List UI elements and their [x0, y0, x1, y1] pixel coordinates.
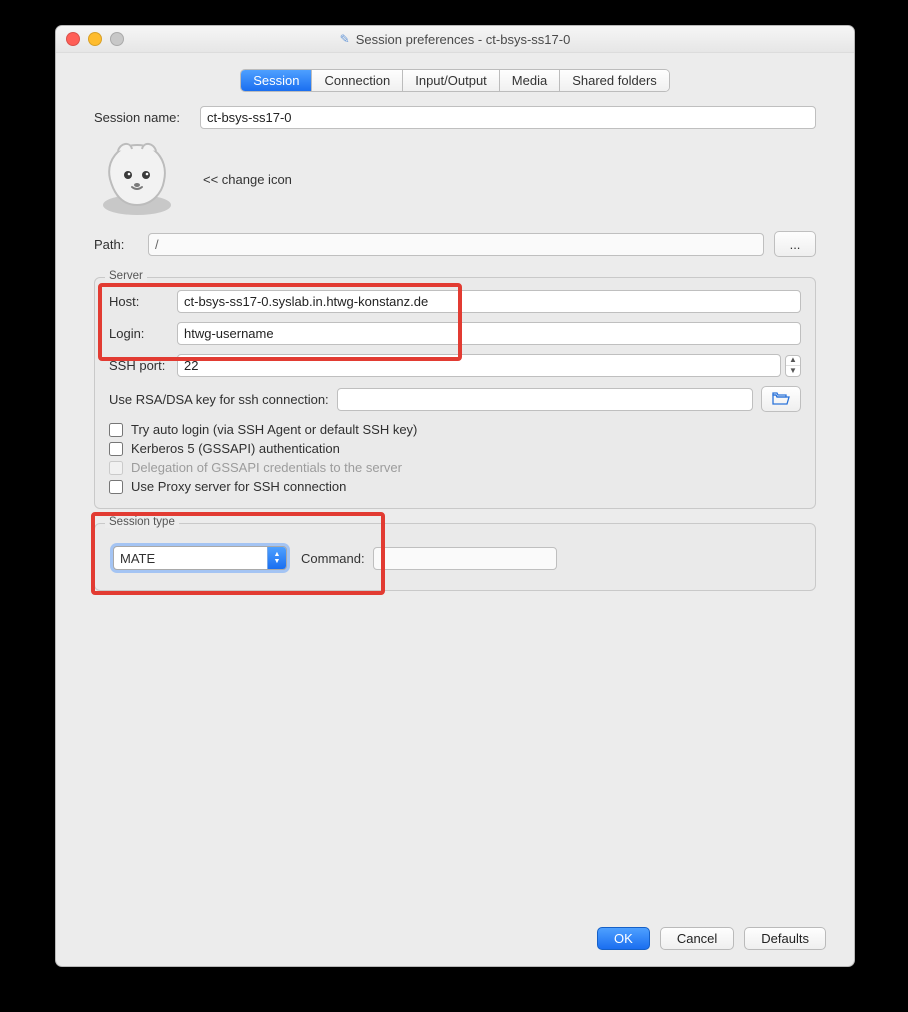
- auto-login-input[interactable]: [109, 423, 123, 437]
- tab-input-output[interactable]: Input/Output: [403, 70, 500, 91]
- login-input[interactable]: [177, 322, 801, 345]
- ok-button[interactable]: OK: [597, 927, 650, 950]
- host-row: Host:: [109, 290, 801, 313]
- window-title-text: Session preferences - ct-bsys-ss17-0: [356, 32, 571, 47]
- session-type-select[interactable]: MATE ▲ ▼: [113, 546, 287, 570]
- ssh-port-input[interactable]: [177, 354, 781, 377]
- dialog-footer: OK Cancel Defaults: [597, 927, 826, 950]
- server-legend: Server: [105, 270, 147, 282]
- session-name-label: Session name:: [94, 110, 200, 125]
- session-type-group: Session type MATE ▲ ▼ Command:: [94, 523, 816, 591]
- session-avatar-icon[interactable]: [96, 139, 178, 219]
- icon-zone: << change icon: [96, 139, 816, 219]
- tab-bar: Session Connection Input/Output Media Sh…: [56, 69, 854, 92]
- preferences-window: ✎ Session preferences - ct-bsys-ss17-0 S…: [55, 25, 855, 967]
- proxy-label: Use Proxy server for SSH connection: [131, 479, 346, 494]
- server-group: Server Host: Login: SSH port: ▲ ▼ Use RS…: [94, 277, 816, 509]
- session-type-legend: Session type: [105, 516, 179, 528]
- login-row: Login:: [109, 322, 801, 345]
- proxy-checkbox[interactable]: Use Proxy server for SSH connection: [109, 479, 801, 494]
- ssh-port-stepper[interactable]: ▲ ▼: [785, 355, 801, 377]
- titlebar: ✎ Session preferences - ct-bsys-ss17-0: [56, 26, 854, 53]
- rsa-key-browse-button[interactable]: [761, 386, 801, 412]
- folder-open-icon: [772, 392, 790, 406]
- delegation-checkbox: Delegation of GSSAPI credentials to the …: [109, 460, 801, 475]
- path-browse-button[interactable]: ...: [774, 231, 816, 257]
- content-area: Session name: << change icon Path: ...: [56, 92, 854, 591]
- window-title: ✎ Session preferences - ct-bsys-ss17-0: [56, 32, 854, 47]
- command-row: Command:: [301, 547, 557, 570]
- auto-login-label: Try auto login (via SSH Agent or default…: [131, 422, 417, 437]
- tab-media[interactable]: Media: [500, 70, 560, 91]
- ssh-port-row: SSH port: ▲ ▼: [109, 354, 801, 377]
- path-label: Path:: [94, 237, 138, 252]
- chevron-down-icon: ▼: [274, 558, 281, 565]
- chevron-up-icon[interactable]: ▲: [786, 356, 800, 367]
- tab-connection[interactable]: Connection: [312, 70, 403, 91]
- rsa-key-row: Use RSA/DSA key for ssh connection:: [109, 386, 801, 412]
- tab-shared-folders[interactable]: Shared folders: [560, 70, 669, 91]
- select-arrows-icon: ▲ ▼: [267, 547, 286, 569]
- tab-session[interactable]: Session: [241, 70, 312, 91]
- chevron-up-icon: ▲: [274, 551, 281, 558]
- session-name-row: Session name:: [94, 106, 816, 129]
- ssh-port-label: SSH port:: [109, 358, 177, 373]
- chevron-down-icon[interactable]: ▼: [786, 366, 800, 376]
- rsa-key-label: Use RSA/DSA key for ssh connection:: [109, 392, 329, 407]
- host-label: Host:: [109, 294, 177, 309]
- session-type-value: MATE: [114, 551, 267, 566]
- session-icon: ✎: [340, 32, 350, 46]
- proxy-input[interactable]: [109, 480, 123, 494]
- defaults-button[interactable]: Defaults: [744, 927, 826, 950]
- command-input: [373, 547, 557, 570]
- change-icon-link[interactable]: << change icon: [203, 172, 292, 187]
- session-name-input[interactable]: [200, 106, 816, 129]
- kerberos-checkbox[interactable]: Kerberos 5 (GSSAPI) authentication: [109, 441, 801, 456]
- command-label: Command:: [301, 551, 365, 566]
- auto-login-checkbox[interactable]: Try auto login (via SSH Agent or default…: [109, 422, 801, 437]
- delegation-input: [109, 461, 123, 475]
- kerberos-input[interactable]: [109, 442, 123, 456]
- rsa-key-input[interactable]: [337, 388, 753, 411]
- host-input[interactable]: [177, 290, 801, 313]
- delegation-label: Delegation of GSSAPI credentials to the …: [131, 460, 402, 475]
- path-input[interactable]: [148, 233, 764, 256]
- kerberos-label: Kerberos 5 (GSSAPI) authentication: [131, 441, 340, 456]
- path-row: Path: ...: [94, 231, 816, 257]
- cancel-button[interactable]: Cancel: [660, 927, 734, 950]
- login-label: Login:: [109, 326, 177, 341]
